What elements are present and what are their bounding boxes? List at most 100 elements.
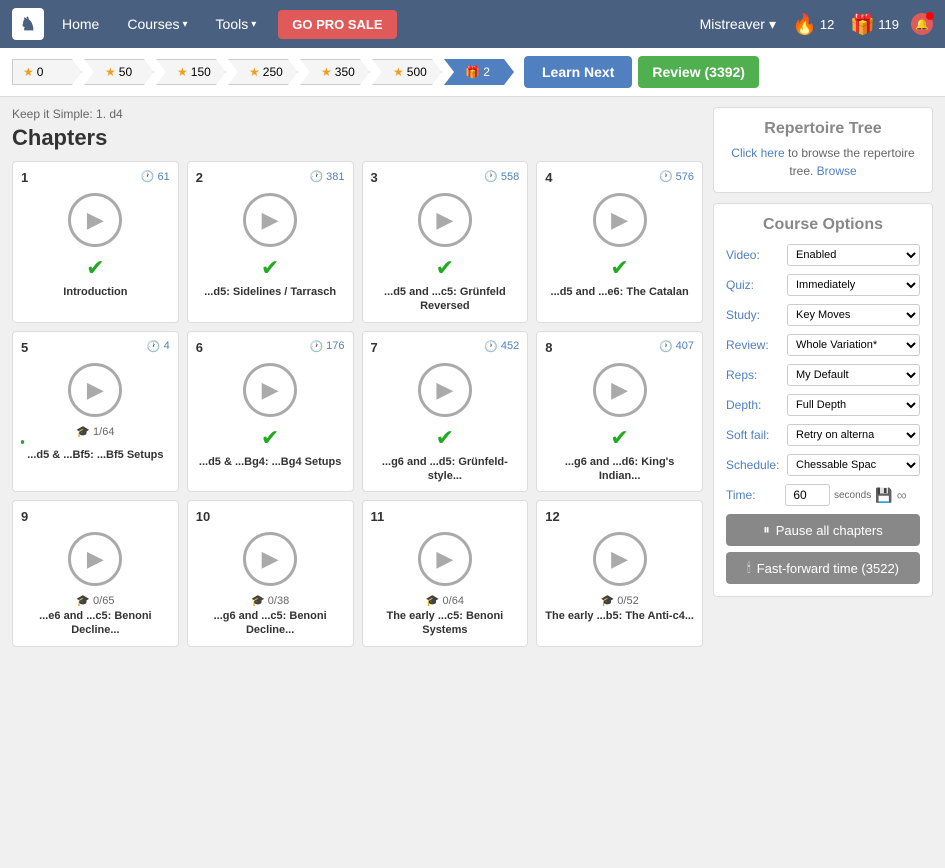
play-button[interactable]: ▶ <box>243 363 297 417</box>
clock-icon: 🕐 <box>309 170 323 183</box>
chapter-study-info: 🎓 1/64 <box>21 425 170 438</box>
time-seconds-label: seconds <box>834 490 871 501</box>
progress-bar: ★0 ★50 ★150 ★250 ★350 ★500 🎁 2 Learn Nex… <box>0 48 945 97</box>
chapter-play: ▶ <box>371 363 520 417</box>
chapter-card-8[interactable]: 8 🕐407 ▶ ✔...g6 and ...d6: King's Indian… <box>536 331 703 493</box>
progress-step-50[interactable]: ★50 <box>84 59 154 85</box>
play-button[interactable]: ▶ <box>418 532 472 586</box>
rep-tree-link[interactable]: Click here <box>731 146 784 160</box>
user-menu[interactable]: Mistreaver ▾ <box>700 16 776 33</box>
play-button[interactable]: ▶ <box>593 193 647 247</box>
save-icon[interactable]: 💾 <box>875 487 892 504</box>
notification-bell[interactable]: 🔔 <box>911 13 933 35</box>
chapter-card-9[interactable]: 9 ▶ 🎓 0/65 ...e6 and ...c5: Benoni Decli… <box>12 500 179 647</box>
chapter-card-10[interactable]: 10 ▶ 🎓 0/38 ...g6 and ...c5: Benoni Decl… <box>187 500 354 647</box>
fast-forward-icon: 🕯 <box>747 560 751 576</box>
option-row-review: Review: Whole Variation* <box>726 334 920 356</box>
go-pro-button[interactable]: GO PRO SALE <box>278 10 396 39</box>
repertoire-tree-box: Repertoire Tree Click here to browse the… <box>713 107 933 193</box>
chapter-num: 3 <box>371 170 378 185</box>
nav-courses[interactable]: Courses ▾ <box>117 16 197 32</box>
play-button[interactable]: ▶ <box>68 193 122 247</box>
star-icon: ★ <box>393 65 404 79</box>
chapter-card-7[interactable]: 7 🕐452 ▶ ✔...g6 and ...d5: Grünfeld-styl… <box>362 331 529 493</box>
chapter-count: 🕐4 <box>147 340 170 353</box>
chapter-check: ✔ <box>545 255 694 281</box>
option-select-schedule[interactable]: Chessable Spac <box>787 454 920 476</box>
chapter-study-info: 🎓 0/38 <box>196 594 345 607</box>
rep-tree-title: Repertoire Tree <box>726 120 920 138</box>
main-content: Keep it Simple: 1. d4 Chapters 1 🕐61 ▶ ✔… <box>0 97 945 657</box>
tools-arrow-icon: ▾ <box>251 19 256 30</box>
option-select-depth[interactable]: Full Depth <box>787 394 920 416</box>
clock-icon: 🕐 <box>659 340 673 353</box>
option-row-study: Study: Key Moves <box>726 304 920 326</box>
option-select-study[interactable]: Key Moves <box>787 304 920 326</box>
flame-badge: 🔥 12 <box>792 12 834 37</box>
course-options-title: Course Options <box>726 216 920 234</box>
chapter-card-5[interactable]: 5 🕐4 ▶ 🎓 1/64 ...d5 & ...Bf5: ...Bf5 Set… <box>12 331 179 493</box>
chapter-check: ✔ <box>371 425 520 451</box>
progress-step-gift[interactable]: 🎁 2 <box>444 59 514 85</box>
play-button[interactable]: ▶ <box>243 532 297 586</box>
option-select-review[interactable]: Whole Variation* <box>787 334 920 356</box>
progress-step-250[interactable]: ★250 <box>228 59 298 85</box>
option-select-quiz[interactable]: Immediately <box>787 274 920 296</box>
option-select-video[interactable]: Enabled <box>787 244 920 266</box>
chapter-card-header: 10 <box>196 509 345 524</box>
progress-step-150[interactable]: ★150 <box>156 59 226 85</box>
chapter-card-2[interactable]: 2 🕐381 ▶ ✔...d5: Sidelines / Tarrasch <box>187 161 354 323</box>
chapter-card-header: 8 🕐407 <box>545 340 694 355</box>
option-label-depth: Depth: <box>726 398 781 412</box>
chapter-label: ...g6 and ...c5: Benoni Decline... <box>196 609 345 638</box>
learn-next-button[interactable]: Learn Next <box>524 56 632 88</box>
chapter-card-4[interactable]: 4 🕐576 ▶ ✔...d5 and ...e6: The Catalan <box>536 161 703 323</box>
option-label-video: Video: <box>726 248 781 262</box>
play-button[interactable]: ▶ <box>418 193 472 247</box>
chapter-play: ▶ <box>545 193 694 247</box>
chapter-card-6[interactable]: 6 🕐176 ▶ ✔...d5 & ...Bg4: ...Bg4 Setups <box>187 331 354 493</box>
nav-tools[interactable]: Tools ▾ <box>206 16 267 32</box>
chapter-study-info: 🎓 0/64 <box>371 594 520 607</box>
rep-tree-browse-link[interactable]: Browse <box>817 164 857 178</box>
review-button[interactable]: Review (3392) <box>638 56 759 88</box>
chapter-num: 6 <box>196 340 203 355</box>
courses-arrow-icon: ▾ <box>183 19 188 30</box>
chapter-play: ▶ <box>196 363 345 417</box>
nav-home[interactable]: Home <box>52 16 109 32</box>
chapter-count: 🕐176 <box>309 340 344 353</box>
chapter-count: 🕐452 <box>484 340 519 353</box>
play-button[interactable]: ▶ <box>68 363 122 417</box>
fast-forward-button[interactable]: 🕯 Fast-forward time (3522) <box>726 552 920 584</box>
clock-icon: 🕐 <box>309 340 323 353</box>
chapter-progress-bar <box>21 440 24 444</box>
pause-all-chapters-button[interactable]: ⏸ Pause all chapters <box>726 514 920 546</box>
option-row-reps: Reps: My Default <box>726 364 920 386</box>
logo: ♞ <box>12 8 44 40</box>
play-button[interactable]: ▶ <box>68 532 122 586</box>
chapter-num: 4 <box>545 170 552 185</box>
time-input[interactable] <box>785 484 830 506</box>
play-button[interactable]: ▶ <box>593 363 647 417</box>
time-icons: 💾 ∞ <box>875 487 906 504</box>
chapter-card-11[interactable]: 11 ▶ 🎓 0/64 The early ...c5: Benoni Syst… <box>362 500 529 647</box>
star-icon: ★ <box>105 65 116 79</box>
chapter-num: 10 <box>196 509 210 524</box>
infinity-icon[interactable]: ∞ <box>897 487 907 504</box>
play-button[interactable]: ▶ <box>418 363 472 417</box>
progress-step-0[interactable]: ★0 <box>12 59 82 85</box>
chapter-num: 5 <box>21 340 28 355</box>
chapter-card-3[interactable]: 3 🕐558 ▶ ✔...d5 and ...c5: Grünfeld Reve… <box>362 161 529 323</box>
play-button[interactable]: ▶ <box>593 532 647 586</box>
navbar: ♞ Home Courses ▾ Tools ▾ GO PRO SALE Mis… <box>0 0 945 48</box>
chapter-card-header: 1 🕐61 <box>21 170 170 185</box>
star-icon: ★ <box>177 65 188 79</box>
option-select-softfail[interactable]: Retry on alterna <box>787 424 920 446</box>
progress-step-500[interactable]: ★500 <box>372 59 442 85</box>
play-button[interactable]: ▶ <box>243 193 297 247</box>
option-select-reps[interactable]: My Default <box>787 364 920 386</box>
chapter-card-1[interactable]: 1 🕐61 ▶ ✔Introduction <box>12 161 179 323</box>
progress-step-350[interactable]: ★350 <box>300 59 370 85</box>
chapter-card-12[interactable]: 12 ▶ 🎓 0/52 The early ...b5: The Anti-c4… <box>536 500 703 647</box>
chapter-num: 2 <box>196 170 203 185</box>
